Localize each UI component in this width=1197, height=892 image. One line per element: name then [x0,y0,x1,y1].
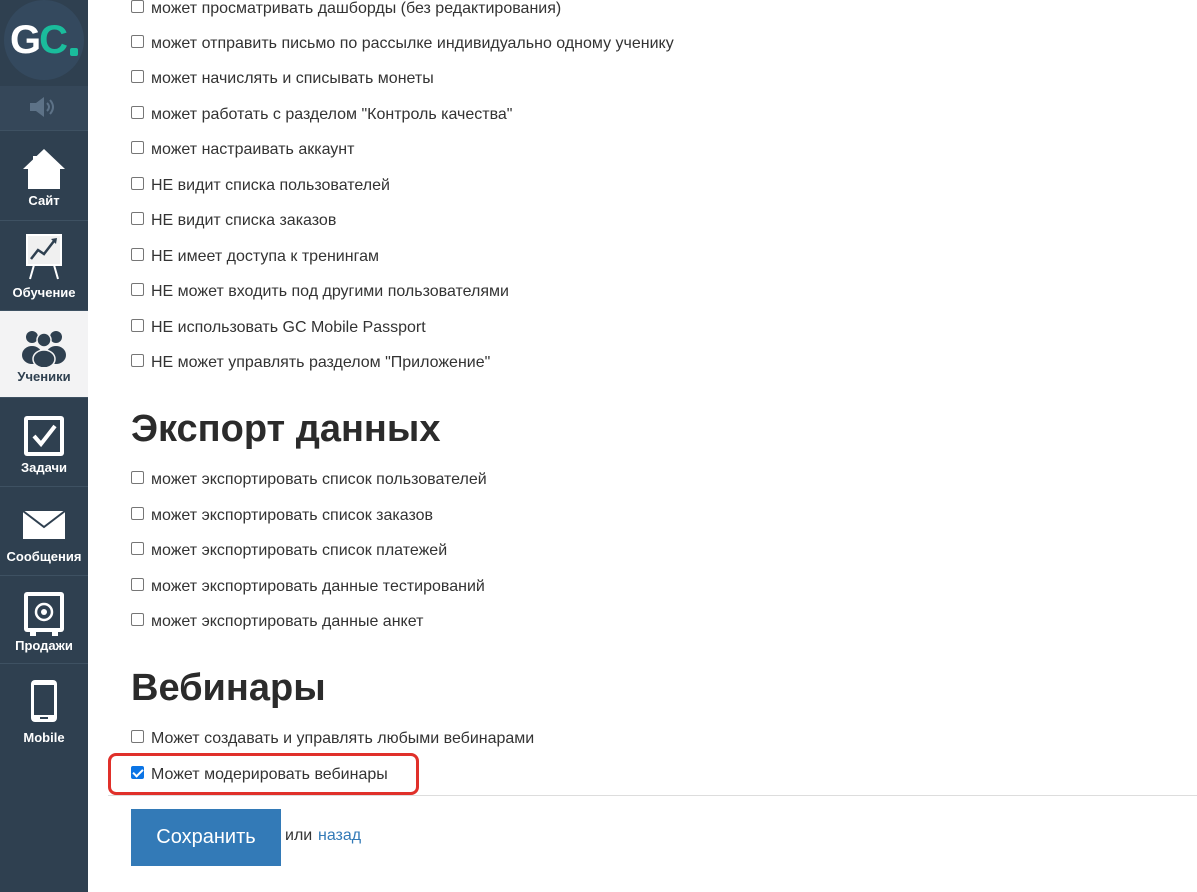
permission-label: может работать с разделом "Контроль каче… [151,106,513,123]
checkbox-icon [24,416,64,456]
divider [108,795,1197,796]
sidebar: GC Сайт Обучение Ученики Задачи Сообщени… [0,0,88,892]
export-row[interactable]: может экспортировать данные анкет [131,610,423,634]
checkbox[interactable] [131,0,144,13]
nav-label: Сообщения [6,549,82,564]
nav-label: Ученики [17,369,71,384]
permission-label: НЕ видит списка заказов [151,212,337,229]
nav-label: Продажи [15,638,73,653]
nav-item-tasks[interactable]: Задачи [0,397,88,487]
logo-text: GC [10,18,68,62]
phone-icon [31,680,57,722]
nav-item-site[interactable]: Сайт [0,130,88,221]
checkbox[interactable] [131,577,144,591]
nav-item-mobile[interactable]: Mobile [0,663,88,754]
permission-label: может просматривать дашборды (без редакт… [151,0,562,17]
nav-item-messages[interactable]: Сообщения [0,486,88,576]
permission-row[interactable]: НЕ может управлять разделом "Приложение" [131,351,490,375]
highlight-box [108,753,419,795]
permission-label: НЕ имеет доступа к тренингам [151,248,379,265]
speaker-button[interactable] [0,86,88,130]
chart-board-icon [26,234,62,280]
checkbox[interactable] [131,69,144,83]
permission-row[interactable]: может отправить письмо по рассылке индив… [131,32,674,56]
permission-label: НЕ может входить под другими пользовател… [151,283,509,300]
checkbox[interactable] [131,729,144,743]
permission-label: НЕ видит списка пользователей [151,177,390,194]
nav-item-students[interactable]: Ученики [0,310,88,398]
users-icon [22,331,66,367]
save-button[interactable]: Сохранить [131,809,281,866]
nav-label: Mobile [23,730,65,745]
export-label: может экспортировать список заказов [151,507,434,524]
export-label: может экспортировать список платежей [151,542,448,559]
export-label: может экспортировать данные тестирований [151,578,485,595]
permission-row[interactable]: НЕ видит списка пользователей [131,174,390,198]
checkbox[interactable] [131,105,144,119]
sidebar-bottom [0,753,88,892]
export-label: может экспортировать данные анкет [151,613,424,630]
permission-label: может настраивать аккаунт [151,141,355,158]
permission-row[interactable]: НЕ имеет доступа к тренингам [131,245,379,269]
checkbox[interactable] [131,247,144,261]
section-title-export: Экспорт данных [131,408,441,450]
permission-label: НЕ использовать GC Mobile Passport [151,319,426,336]
nav-label: Сайт [28,193,60,208]
export-label: может экспортировать список пользователе… [151,471,487,488]
or-text: или [285,827,313,844]
checkbox[interactable] [131,470,144,484]
permission-row[interactable]: может просматривать дашборды (без редакт… [131,0,561,21]
nav-item-learning[interactable]: Обучение [0,220,88,311]
permission-label: может отправить письмо по рассылке индив… [151,35,674,52]
permission-row[interactable]: НЕ может входить под другими пользовател… [131,280,509,304]
export-row[interactable]: может экспортировать данные тестирований [131,575,485,599]
checkbox[interactable] [131,318,144,332]
logo-dot [70,48,78,56]
export-row[interactable]: может экспортировать список платежей [131,539,447,563]
nav-label: Обучение [12,285,76,300]
checkbox[interactable] [131,353,144,367]
logo[interactable]: GC [0,0,88,86]
section-title-webinars: Вебинары [131,667,326,709]
permission-label: НЕ может управлять разделом "Приложение" [151,354,491,371]
checkbox[interactable] [131,506,144,520]
home-icon [23,149,65,189]
nav-label: Задачи [20,460,68,475]
checkbox[interactable] [131,140,144,154]
permission-row[interactable]: может начислять и списывать монеты [131,67,434,91]
permission-label: может начислять и списывать монеты [151,70,434,87]
main-content: может просматривать дашборды (без редакт… [88,0,1197,892]
permission-row[interactable]: НЕ видит списка заказов [131,209,336,233]
permission-row[interactable]: НЕ использовать GC Mobile Passport [131,316,426,340]
checkbox[interactable] [131,34,144,48]
safe-icon [24,592,64,636]
checkbox[interactable] [131,176,144,190]
nav-item-sales[interactable]: Продажи [0,575,88,664]
webinar-label: Может создавать и управлять любыми вебин… [151,730,535,747]
checkbox[interactable] [131,282,144,296]
permission-row[interactable]: может настраивать аккаунт [131,138,354,162]
export-row[interactable]: может экспортировать список пользователе… [131,468,487,492]
envelope-icon [22,510,66,539]
checkbox[interactable] [131,211,144,225]
back-link[interactable]: назад [318,827,361,845]
speaker-icon [30,97,54,117]
checkbox[interactable] [131,541,144,555]
export-row[interactable]: может экспортировать список заказов [131,504,433,528]
webinar-row[interactable]: Может создавать и управлять любыми вебин… [131,727,534,751]
permission-row[interactable]: может работать с разделом "Контроль каче… [131,103,512,127]
checkbox[interactable] [131,612,144,626]
